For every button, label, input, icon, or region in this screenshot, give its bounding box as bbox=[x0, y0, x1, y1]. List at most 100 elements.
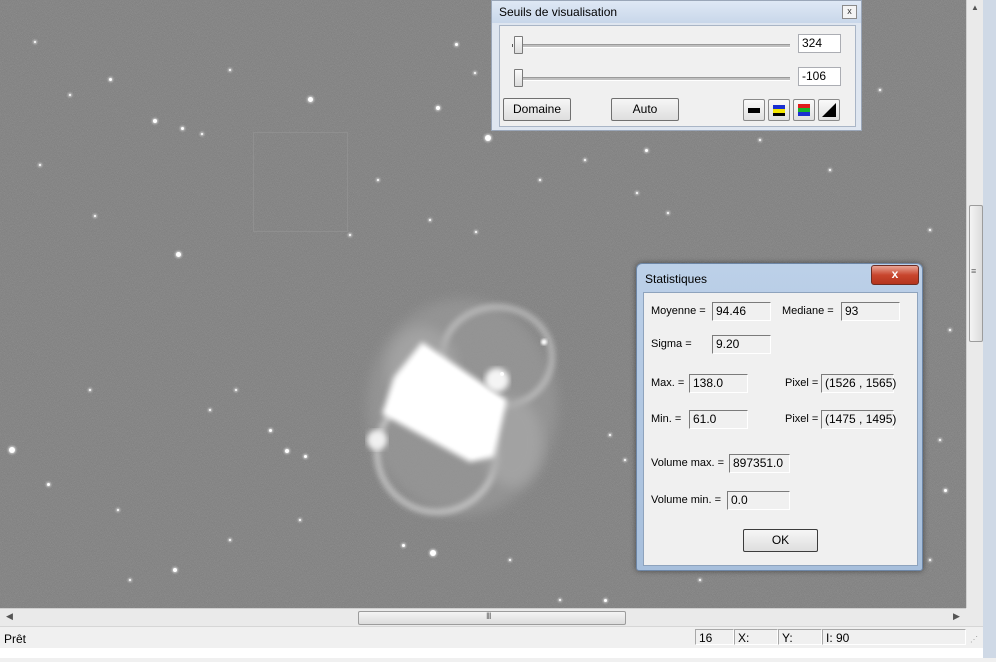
star bbox=[180, 126, 184, 130]
star bbox=[201, 133, 203, 135]
stats-close-icon[interactable]: x bbox=[871, 265, 919, 285]
star bbox=[636, 192, 638, 194]
grayscale-palette-icon bbox=[748, 108, 760, 113]
scroll-up-arrow-icon[interactable]: ▲ bbox=[971, 3, 979, 12]
star bbox=[454, 42, 458, 46]
stats-title: Statistiques bbox=[645, 272, 708, 286]
star bbox=[436, 106, 440, 110]
vertical-scrollbar[interactable]: ▲ ≡ bbox=[966, 0, 984, 608]
star bbox=[699, 579, 701, 581]
blue-yellow-palette-button[interactable] bbox=[768, 99, 790, 121]
horizontal-grip-icon: III bbox=[486, 611, 491, 621]
star bbox=[94, 215, 96, 217]
volume-min-value: 0.0 bbox=[727, 491, 790, 510]
seuils-title: Seuils de visualisation bbox=[499, 5, 618, 19]
star bbox=[430, 550, 436, 556]
grayscale-palette-button[interactable] bbox=[743, 99, 765, 121]
high-threshold-slider[interactable] bbox=[514, 36, 523, 54]
star bbox=[609, 434, 611, 436]
star bbox=[268, 428, 272, 432]
star bbox=[539, 179, 541, 181]
star bbox=[879, 89, 881, 91]
volume-max-value: 897351.0 bbox=[729, 454, 790, 473]
stats-titlebar[interactable]: Statistiques x bbox=[637, 264, 922, 286]
low-threshold-slider[interactable] bbox=[514, 69, 523, 87]
window-bottom-edge bbox=[0, 648, 983, 658]
high-slider-tick bbox=[512, 44, 513, 47]
star bbox=[584, 159, 586, 161]
star bbox=[153, 119, 157, 123]
sigma-value: 9.20 bbox=[712, 335, 771, 354]
star bbox=[117, 509, 119, 511]
rgb-palette-button[interactable] bbox=[793, 99, 815, 121]
min-pixel-label: Pixel = bbox=[785, 413, 819, 425]
star bbox=[69, 94, 71, 96]
volume-max-label: Volume max. = bbox=[651, 457, 725, 469]
selection-rectangle bbox=[253, 132, 348, 232]
mediane-value: 93 bbox=[841, 302, 900, 321]
horizontal-scrollbar[interactable]: ◀ III ▶ bbox=[0, 608, 966, 627]
seuils-titlebar[interactable]: Seuils de visualisation x bbox=[492, 1, 861, 23]
seuils-window: Seuils de visualisation x 324 -106 Domai… bbox=[491, 0, 862, 131]
star bbox=[175, 251, 181, 257]
high-threshold-input[interactable]: 324 bbox=[798, 34, 841, 53]
star bbox=[89, 389, 91, 391]
star bbox=[299, 519, 301, 521]
seuils-close-icon[interactable]: x bbox=[842, 5, 857, 19]
status-bit-depth: 16 bits bbox=[695, 629, 734, 661]
star bbox=[929, 229, 931, 231]
star bbox=[349, 234, 351, 236]
inverse-palette-icon bbox=[822, 103, 836, 117]
star bbox=[759, 139, 761, 141]
status-x-coordinate: X: 1490 bbox=[734, 629, 778, 661]
scroll-right-arrow-icon[interactable]: ▶ bbox=[953, 611, 960, 622]
star bbox=[377, 179, 379, 181]
high-threshold-track[interactable] bbox=[514, 44, 790, 48]
low-threshold-input[interactable]: -106 bbox=[798, 67, 841, 86]
star bbox=[285, 449, 289, 453]
blue-yellow-palette-icon bbox=[773, 105, 785, 116]
star bbox=[485, 135, 491, 141]
rgb-palette-icon bbox=[798, 104, 810, 116]
star bbox=[624, 459, 626, 461]
star bbox=[929, 559, 931, 561]
domaine-button[interactable]: Domaine bbox=[503, 98, 571, 121]
planetary-nebula bbox=[367, 299, 557, 515]
star bbox=[939, 439, 941, 441]
star bbox=[943, 488, 947, 492]
inverse-palette-button[interactable] bbox=[818, 99, 840, 121]
stats-panel: Moyenne = 94.46 Mediane = 93 Sigma = 9.2… bbox=[643, 292, 918, 566]
star bbox=[9, 447, 15, 453]
star bbox=[307, 96, 313, 102]
star bbox=[34, 41, 36, 43]
moyenne-label: Moyenne = bbox=[651, 305, 706, 317]
star bbox=[603, 598, 607, 602]
auto-button[interactable]: Auto bbox=[611, 98, 679, 121]
star bbox=[644, 148, 648, 152]
horizontal-scroll-thumb[interactable] bbox=[358, 611, 626, 625]
min-label: Min. = bbox=[651, 413, 682, 425]
star bbox=[173, 568, 177, 572]
vertical-grip-icon: ≡ bbox=[971, 266, 977, 276]
star bbox=[108, 77, 112, 81]
star bbox=[559, 599, 561, 601]
max-label: Max. = bbox=[651, 377, 685, 389]
star bbox=[209, 409, 211, 411]
star bbox=[475, 231, 477, 233]
max-pixel-value: (1526 , 1565) bbox=[821, 374, 896, 393]
star bbox=[129, 579, 131, 581]
moyenne-value: 94.46 bbox=[712, 302, 771, 321]
status-ready-text: Prêt bbox=[4, 632, 27, 646]
resize-grip-icon[interactable]: ⋰ bbox=[970, 635, 978, 644]
scrollbar-corner bbox=[966, 608, 983, 626]
status-bar: Prêt 16 bits X: 1490 Y: 1502 I: 90 ⋰ bbox=[0, 626, 983, 661]
star bbox=[229, 69, 231, 71]
star bbox=[474, 72, 476, 74]
low-threshold-track[interactable] bbox=[514, 77, 790, 81]
min-pixel-value: (1475 , 1495) bbox=[821, 410, 896, 429]
star bbox=[401, 543, 405, 547]
star bbox=[667, 212, 669, 214]
ok-button[interactable]: OK bbox=[743, 529, 818, 552]
star bbox=[235, 389, 237, 391]
scroll-left-arrow-icon[interactable]: ◀ bbox=[6, 611, 13, 622]
